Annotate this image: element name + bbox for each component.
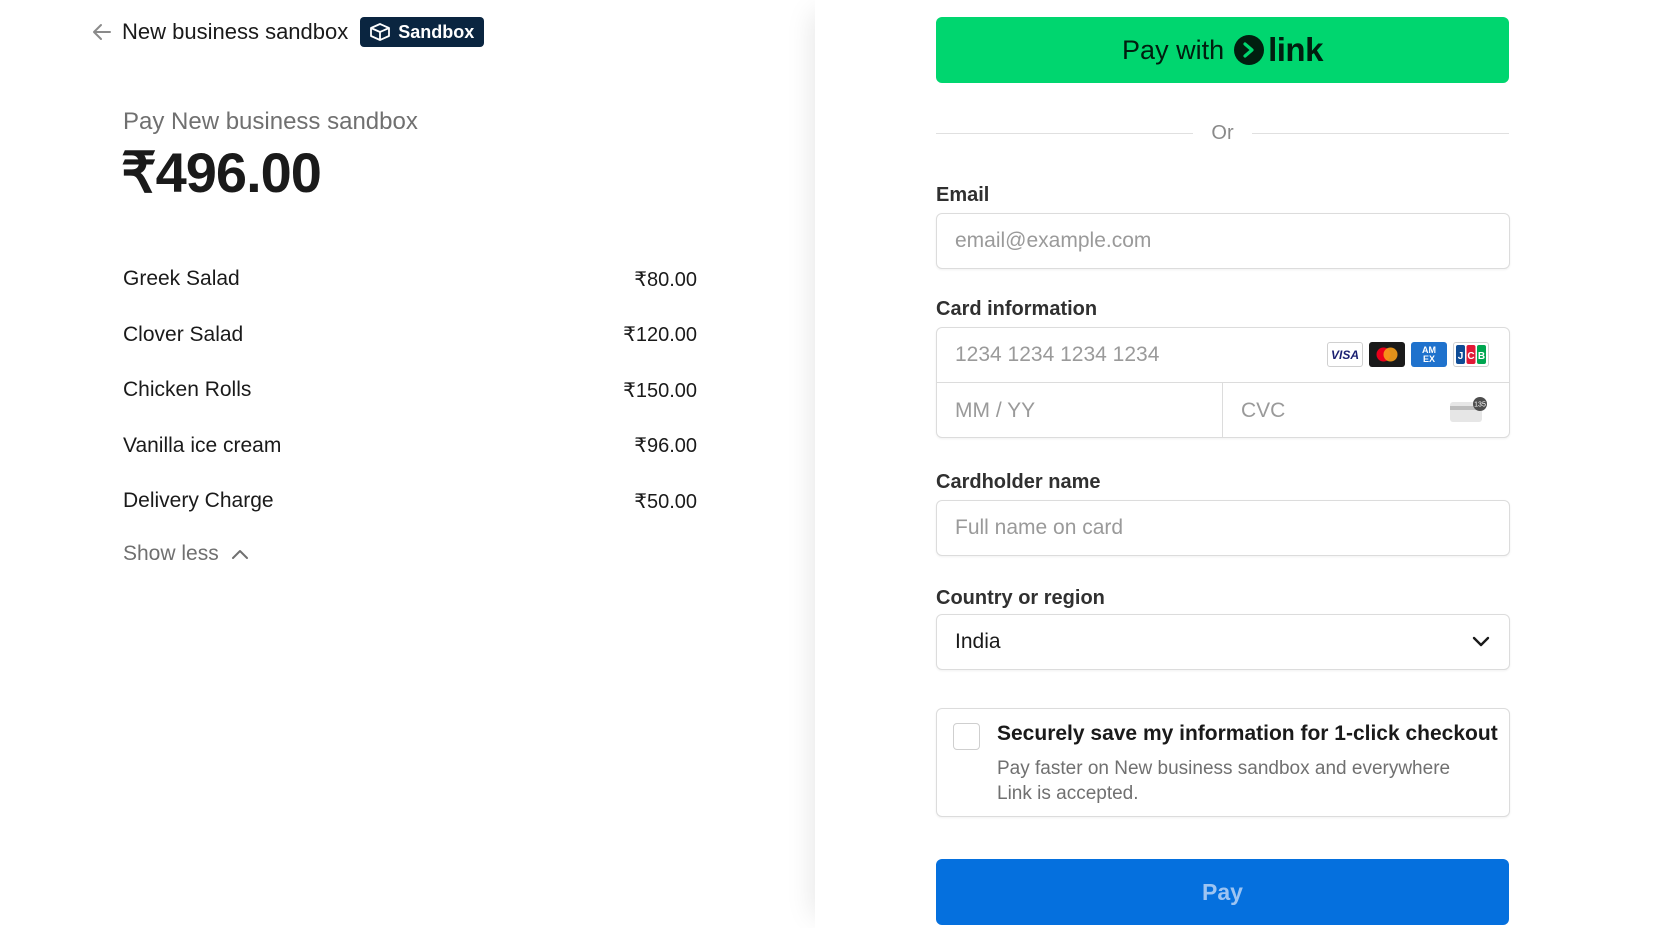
item-name: Vanilla ice cream xyxy=(123,433,282,457)
card-number-wrapper: VISA AMEX JCB xyxy=(937,328,1509,383)
pay-button-label: Pay xyxy=(1202,878,1243,905)
line-item: Greek Salad ₹80.00 xyxy=(123,264,697,294)
save-info-checkbox[interactable] xyxy=(953,723,980,750)
line-item: Chicken Rolls ₹150.00 xyxy=(123,375,697,405)
card-expiry-input[interactable] xyxy=(937,383,1222,438)
country-select[interactable]: India xyxy=(936,614,1510,670)
line-item: Vanilla ice cream ₹96.00 xyxy=(123,431,697,461)
save-info-description: Pay faster on New business sandbox and e… xyxy=(997,758,1451,804)
svg-text:B: B xyxy=(1478,351,1485,362)
email-field[interactable] xyxy=(937,214,1509,268)
item-price: ₹80.00 xyxy=(634,268,697,291)
card-information-group: VISA AMEX JCB 135 xyxy=(936,327,1510,438)
save-info-box: Securely save my information for 1-click… xyxy=(936,708,1510,817)
show-less-button[interactable]: Show less xyxy=(123,542,249,566)
header: New business sandbox Sandbox xyxy=(90,16,485,48)
or-divider: Or xyxy=(936,122,1509,144)
item-name: Clover Salad xyxy=(123,322,244,346)
card-information-label: Card information xyxy=(936,298,1098,320)
card-cvc-wrapper: 135 xyxy=(1223,383,1509,438)
cvc-hint-number: 135 xyxy=(1474,402,1486,409)
chevron-down-icon xyxy=(1472,636,1490,647)
business-name[interactable]: New business sandbox xyxy=(122,19,348,45)
svg-text:C: C xyxy=(1467,351,1474,362)
svg-text:J: J xyxy=(1458,351,1464,362)
mastercard-icon xyxy=(1369,342,1405,367)
item-price: ₹120.00 xyxy=(623,324,697,346)
link-arrow-icon xyxy=(1234,35,1265,65)
cardholder-name-field[interactable] xyxy=(937,501,1509,555)
sandbox-badge-label: Sandbox xyxy=(398,21,475,42)
line-item: Delivery Charge ₹50.00 xyxy=(123,486,697,516)
save-info-title[interactable]: Securely save my information for 1-click… xyxy=(997,722,1498,746)
chevron-up-icon xyxy=(231,550,248,559)
visa-icon: VISA xyxy=(1327,342,1363,367)
item-price: ₹96.00 xyxy=(634,435,697,457)
jcb-icon: JCB xyxy=(1453,342,1489,367)
cardholder-name-wrapper xyxy=(936,500,1510,556)
country-label: Country or region xyxy=(936,587,1105,609)
total-amount: ₹496.00 xyxy=(121,141,322,204)
email-label: Email xyxy=(936,184,990,206)
link-brand-label: link xyxy=(1268,31,1323,68)
show-less-label: Show less xyxy=(123,542,219,565)
pay-with-link-button[interactable]: Pay with link xyxy=(936,17,1509,83)
pay-title: Pay New business sandbox xyxy=(123,108,418,135)
amex-icon: AM EX xyxy=(1411,342,1447,367)
box-icon xyxy=(370,23,391,41)
item-price: ₹50.00 xyxy=(634,490,697,513)
cardholder-name-label: Cardholder name xyxy=(936,471,1101,493)
card-brand-icons: VISA AM EX JCB xyxy=(1321,342,1489,367)
pay-with-label: Pay with xyxy=(1122,34,1225,65)
item-price: ₹150.00 xyxy=(623,379,697,402)
country-selected-value: India xyxy=(955,630,1001,653)
sandbox-badge: Sandbox xyxy=(360,17,485,47)
item-name: Delivery Charge xyxy=(123,489,274,512)
line-item: Clover Salad ₹120.00 xyxy=(123,320,697,350)
back-arrow-icon[interactable] xyxy=(90,20,114,44)
cvc-card-icon: 135 xyxy=(1449,397,1489,428)
card-expiry-wrapper xyxy=(937,383,1223,438)
or-label: Or xyxy=(1211,121,1234,144)
pay-button[interactable]: Pay xyxy=(936,859,1509,925)
item-name: Greek Salad xyxy=(123,267,240,290)
email-field-wrapper xyxy=(936,213,1510,269)
item-name: Chicken Rolls xyxy=(123,378,252,401)
order-summary-panel: New business sandbox Sandbox Pay New bus… xyxy=(0,0,815,928)
line-items: Greek Salad ₹80.00 Clover Salad ₹120.00 … xyxy=(123,264,697,542)
